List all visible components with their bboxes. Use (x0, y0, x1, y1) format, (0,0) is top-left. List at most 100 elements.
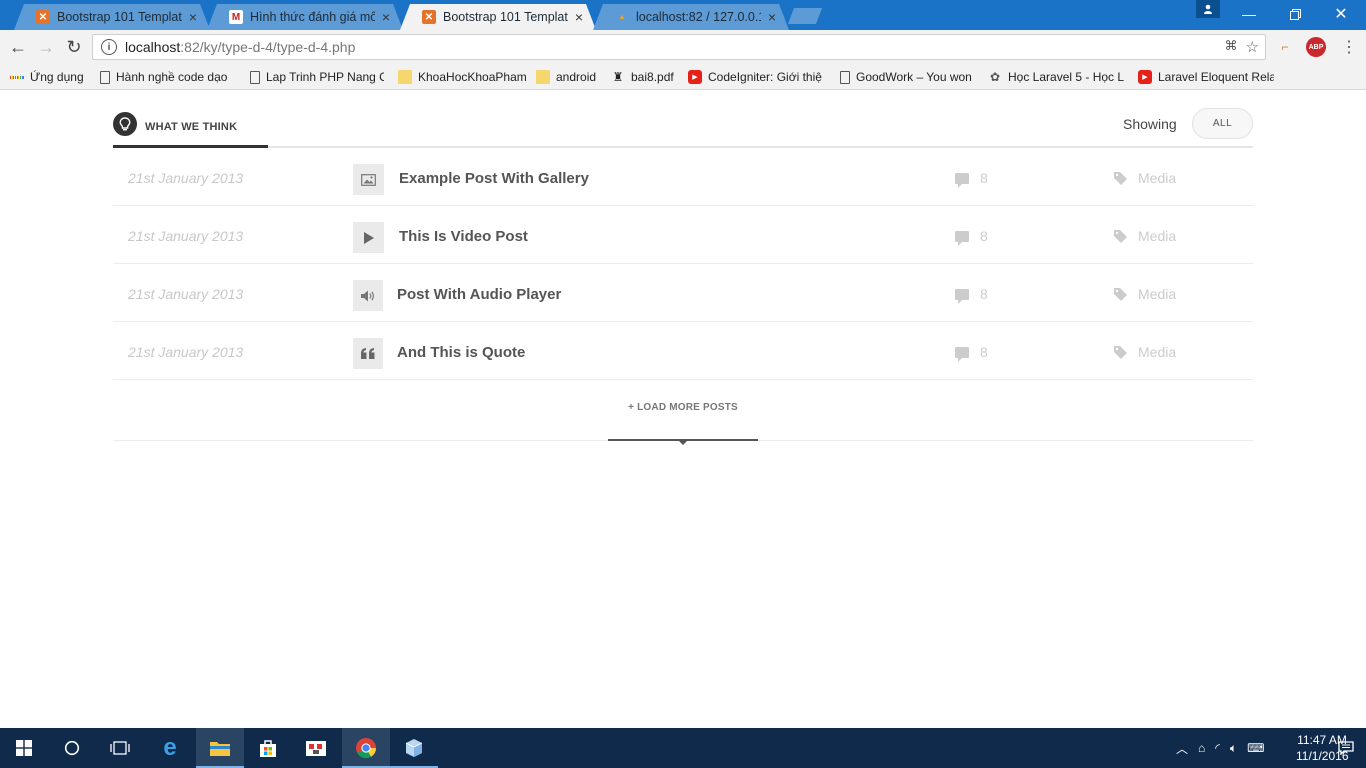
action-center-button[interactable] (1326, 728, 1366, 768)
wifi-icon[interactable]: ◜ (1215, 741, 1220, 755)
post-tag[interactable]: Media (1114, 286, 1176, 302)
post-title-link[interactable]: This Is Video Post (399, 228, 528, 245)
xampp-icon: ✕ (422, 10, 436, 24)
cortana-button[interactable] (48, 728, 96, 768)
minimize-button[interactable]: — (1226, 0, 1272, 28)
tag-label: Media (1138, 228, 1177, 244)
filter-all-button[interactable]: ALL (1192, 108, 1253, 139)
close-icon[interactable]: × (186, 9, 200, 25)
info-icon[interactable]: i (101, 39, 117, 55)
post-comments[interactable]: 8 (955, 170, 988, 188)
close-icon[interactable]: × (765, 9, 779, 25)
bookmark-folder[interactable]: KhoaHocKhoaPham (398, 68, 528, 86)
close-icon[interactable]: × (379, 9, 393, 25)
xampp-icon: ✕ (36, 10, 50, 24)
chrome-icon (356, 738, 377, 759)
taskbar-app-box[interactable] (390, 728, 438, 768)
taskbar-store[interactable] (244, 728, 292, 768)
close-icon[interactable]: × (572, 9, 586, 25)
bookmark-item[interactable]: ▶ CodeIgniter: Giới thiệ (688, 68, 824, 86)
bookmark-apps[interactable]: Ứng dụng (10, 68, 90, 86)
bookmark-item[interactable]: GoodWork – You won (840, 68, 974, 86)
adblock-icon[interactable]: ABP (1306, 37, 1326, 57)
taskbar-chrome[interactable] (342, 728, 390, 768)
comment-icon (955, 346, 969, 362)
star-icon[interactable]: ☆ (1246, 38, 1259, 56)
post-tag[interactable]: Media (1114, 170, 1176, 186)
volume-icon[interactable]: 🔈︎ (1230, 741, 1237, 756)
url-host: localhost (125, 39, 181, 55)
tab-gmail[interactable]: M Hình thức đánh giá môn × (207, 4, 403, 30)
start-button[interactable] (0, 728, 48, 768)
minimize-icon: — (1242, 6, 1256, 22)
folder-icon (536, 70, 550, 84)
tab-label: Bootstrap 101 Template (57, 10, 182, 24)
bookmark-folder[interactable]: android (536, 68, 602, 86)
post-title-link[interactable]: Example Post With Gallery (399, 170, 589, 187)
bookmark-label: Ứng dụng (30, 70, 84, 84)
ime-icon[interactable]: ⌨ (1247, 741, 1264, 755)
chevron-up-icon[interactable]: ︿ (1176, 740, 1188, 757)
forward-button[interactable]: → (35, 36, 57, 58)
showing-label: Showing (1123, 116, 1177, 132)
search-circle-icon (64, 740, 80, 756)
phpmyadmin-icon: ▲ (618, 13, 626, 21)
taskbar-app[interactable] (292, 728, 340, 768)
extension-icon[interactable]: ⌐ (1276, 38, 1294, 56)
comment-count: 8 (980, 228, 988, 244)
reload-button[interactable]: ↻ (63, 36, 85, 58)
tab-bootstrap-active[interactable]: ✕ Bootstrap 101 Template × (400, 4, 596, 30)
post-comments[interactable]: 8 (955, 228, 988, 246)
tag-icon (1114, 171, 1127, 185)
restore-button[interactable] (1272, 0, 1318, 28)
arrow-left-icon: ← (9, 36, 27, 57)
post-tag[interactable]: Media (1114, 228, 1176, 244)
taskbar-edge[interactable]: e (146, 728, 194, 768)
post-title-link[interactable]: And This is Quote (397, 344, 525, 361)
profile-button[interactable] (1196, 0, 1220, 18)
folder-icon (210, 742, 230, 756)
bookmark-item[interactable]: Hành nghề code dạo (100, 68, 234, 86)
bookmark-label: KhoaHocKhoaPham (418, 70, 527, 84)
post-list: 21st January 2013 Example Post With Gall… (113, 148, 1253, 380)
tag-icon (1114, 287, 1127, 301)
bookmark-label: Hành nghề code dạo (116, 70, 228, 84)
laravel-icon: ✿ (989, 70, 1001, 84)
network-device-icon[interactable]: ⌂ (1198, 741, 1205, 755)
volume-icon (353, 280, 383, 311)
menu-icon[interactable]: ⋮ (1340, 38, 1358, 56)
tab-phpmyadmin[interactable]: ▲ localhost:82 / 127.0.0.1 / × (593, 4, 789, 30)
task-view-button[interactable] (96, 728, 144, 768)
load-more-button[interactable]: + LOAD MORE POSTS (113, 402, 1253, 413)
back-button[interactable]: ← (7, 36, 29, 58)
post-row[interactable]: 21st January 2013 Post With Audio Player… (113, 264, 1253, 322)
post-comments[interactable]: 8 (955, 286, 988, 304)
address-bar[interactable]: i localhost:82/ky/type-d-4/type-d-4.php … (92, 34, 1266, 60)
post-title-link[interactable]: Post With Audio Player (397, 286, 561, 303)
file-icon (100, 70, 110, 84)
translate-icon[interactable]: ⌘ (1225, 38, 1238, 56)
post-row[interactable]: 21st January 2013 And This is Quote 8 Me… (113, 322, 1253, 380)
bookmark-item[interactable]: ♜ bai8.pdf (611, 68, 679, 86)
lightbulb-icon (113, 112, 137, 136)
close-window-button[interactable]: ✕ (1318, 0, 1364, 28)
section-title: WHAT WE THINK (145, 121, 238, 133)
post-comments[interactable]: 8 (955, 344, 988, 362)
comment-count: 8 (980, 344, 988, 360)
tab-label: localhost:82 / 127.0.0.1 / (636, 10, 761, 24)
tab-bootstrap-1[interactable]: ✕ Bootstrap 101 Template × (14, 4, 210, 30)
post-row[interactable]: 21st January 2013 Example Post With Gall… (113, 148, 1253, 206)
bookmark-item[interactable]: Lap Trinh PHP Nang C (250, 68, 384, 86)
bookmark-item[interactable]: ✿ Học Laravel 5 - Học La (988, 68, 1124, 86)
arrow-right-icon: → (37, 36, 55, 57)
comment-icon (955, 230, 969, 246)
bookmark-label: android (556, 70, 597, 84)
post-row[interactable]: 21st January 2013 This Is Video Post 8 M… (113, 206, 1253, 264)
taskbar-file-explorer[interactable] (196, 728, 244, 768)
bookmark-label: bai8.pdf (631, 70, 674, 84)
browser-titlebar: ✕ Bootstrap 101 Template × M Hình thức đ… (0, 0, 1366, 30)
new-tab-button[interactable] (788, 8, 822, 24)
post-tag[interactable]: Media (1114, 344, 1176, 360)
quote-icon (353, 338, 383, 369)
bookmark-item[interactable]: ▶ Laravel Eloquent Relat (1138, 68, 1274, 86)
